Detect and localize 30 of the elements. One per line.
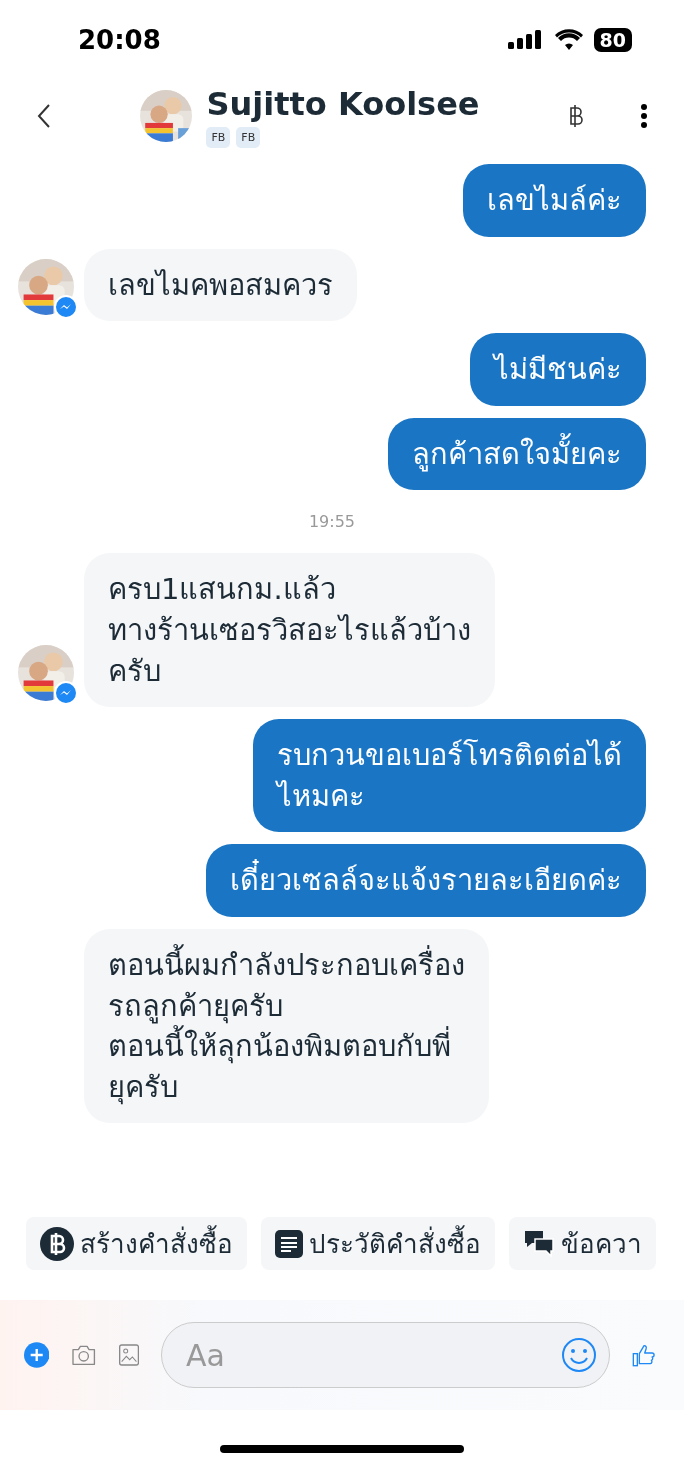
more-icon[interactable] — [640, 103, 648, 129]
status-time: 20:08 — [78, 25, 161, 55]
messenger-badge-icon — [54, 295, 78, 320]
list-icon — [275, 1229, 303, 1258]
sent-message: ลูกค้าสดใจมั้ยคะ — [388, 417, 646, 491]
sent-message: ไม่มีชนค่ะ — [470, 333, 646, 406]
sent-message: เลขไมล์ค่ะ — [463, 164, 646, 237]
source-tag: FB — [206, 126, 231, 148]
emoji-icon[interactable] — [560, 1337, 597, 1373]
quick-reply-chip[interactable]: ประวัติคำสั่งซื้อ — [261, 1217, 495, 1270]
contact-name: Sujitto Koolsee — [206, 84, 480, 123]
received-message: ตอนนี้ผมกำลังประกอบเครื่อง รถลูกค้ายุครับ ตอนนี้ให้ลุกน้องพิมตอบกับพี่ ยุครับ — [84, 928, 489, 1124]
sent-message: รบกวนขอเบอร์โทรติดต่อได้ ไหมคะ — [253, 719, 646, 833]
source-tag: FB — [236, 126, 261, 148]
sent-message: เดี๋ยวเซลล์จะแจ้งรายละเอียดค่ะ — [206, 844, 646, 917]
received-message: เลขไมคพอสมควร — [84, 248, 357, 322]
signal-icon — [507, 30, 544, 50]
baht-icon[interactable] — [568, 104, 584, 128]
received-message: ครบ1แสนกม.แล้ว ทางร้านเซอรวิสอะไรแล้วบ้าง ครับ — [84, 553, 495, 708]
chat-bubbles-icon — [523, 1228, 555, 1259]
quick-reply-chip[interactable]: สร้างคำสั่งซื้อ — [26, 1217, 247, 1270]
message-field[interactable]: Aa — [160, 1322, 610, 1388]
baht-icon — [40, 1226, 74, 1261]
back-icon[interactable] — [36, 103, 52, 129]
messenger-badge-icon — [54, 681, 78, 706]
message-input[interactable]: Aa — [183, 1336, 561, 1374]
quick-reply-chip[interactable]: ข้อควา — [509, 1217, 656, 1270]
timestamp: 19:55 — [308, 512, 356, 532]
wifi-icon — [553, 29, 584, 51]
battery-level: 80 — [593, 28, 632, 52]
